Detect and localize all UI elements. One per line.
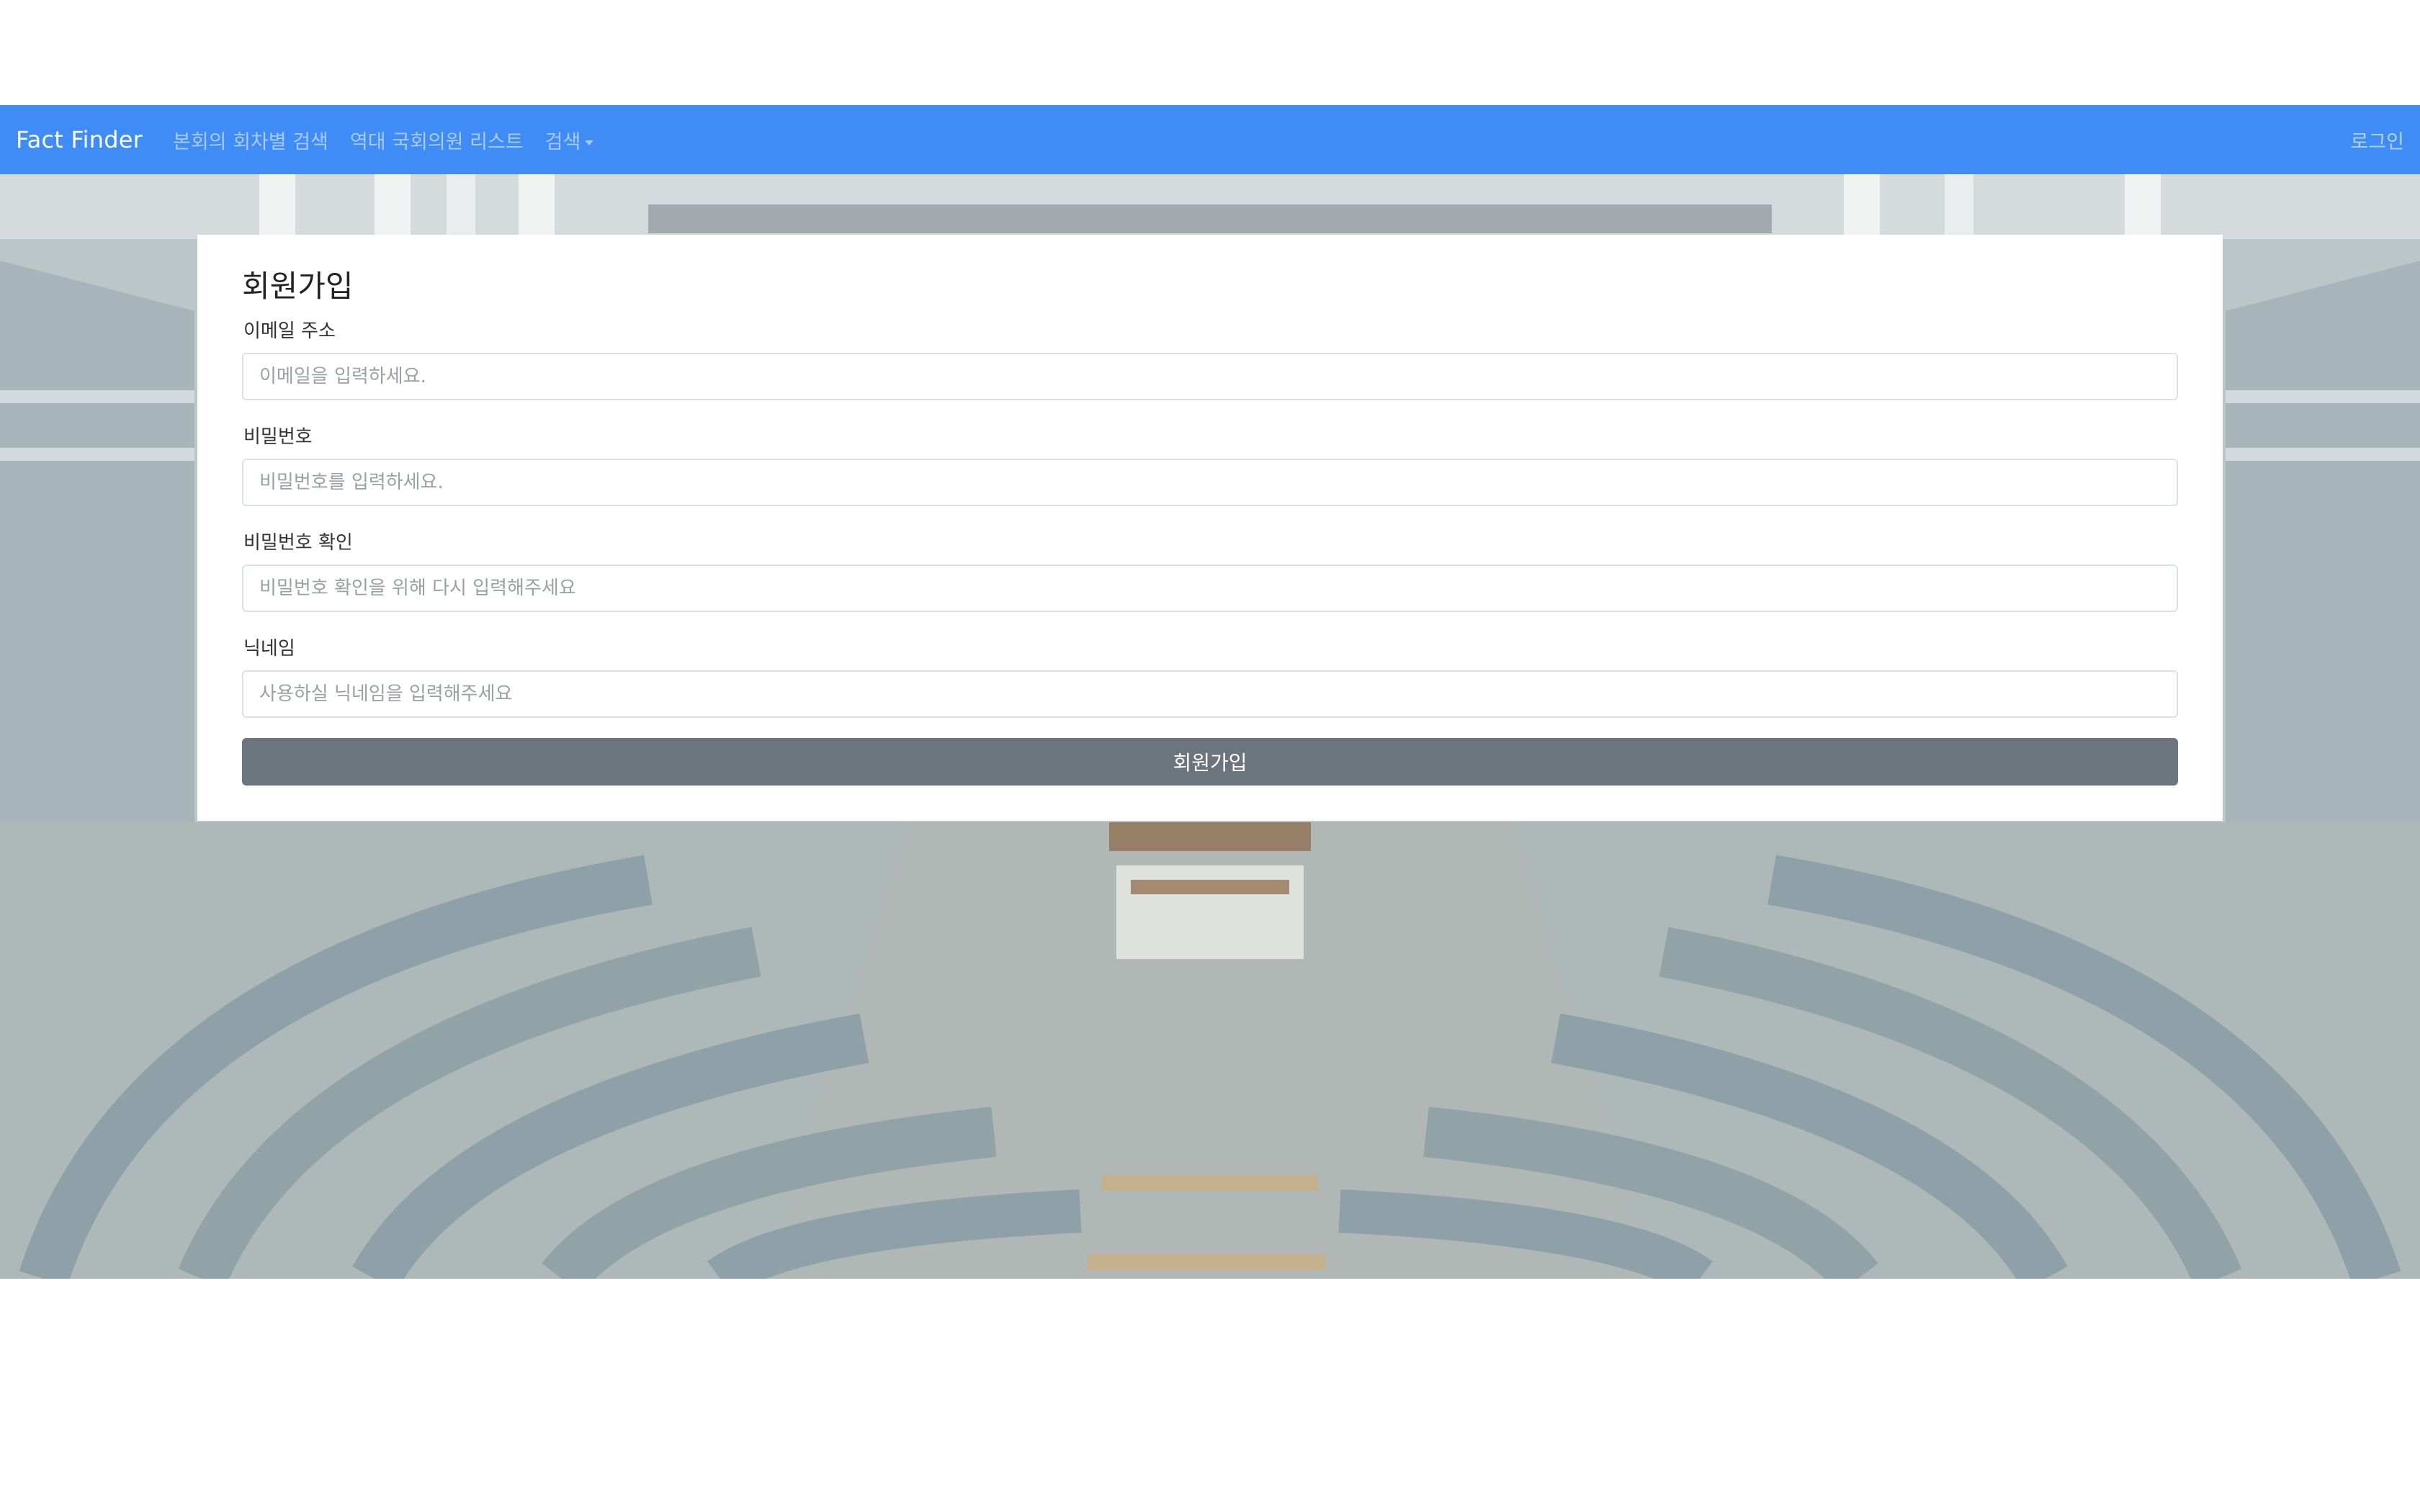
email-label: 이메일 주소: [243, 320, 336, 342]
email-field[interactable]: [242, 353, 2178, 400]
login-link[interactable]: 로그인: [2350, 126, 2404, 154]
password-field[interactable]: [242, 459, 2178, 506]
app-frame: Fact Finder 본회의 회차별 검색 역대 국회의원 리스트 검색 로그…: [0, 105, 2420, 1279]
nickname-label: 닉네임: [243, 638, 295, 660]
caret-down-icon: [585, 140, 594, 145]
password-confirm-label: 비밀번호 확인: [243, 532, 353, 554]
password-label: 비밀번호: [243, 426, 313, 448]
nav-link-session-search[interactable]: 본회의 회차별 검색: [173, 126, 328, 154]
navbar: Fact Finder 본회의 회차별 검색 역대 국회의원 리스트 검색 로그…: [0, 105, 2420, 174]
nav-link-member-list[interactable]: 역대 국회의원 리스트: [350, 126, 524, 154]
nickname-field[interactable]: [242, 670, 2178, 718]
brand-link[interactable]: Fact Finder: [16, 126, 143, 153]
password-confirm-field[interactable]: [242, 564, 2178, 612]
signup-submit-button[interactable]: 회원가입: [242, 738, 2178, 786]
signup-title: 회원가입: [242, 269, 354, 304]
signup-card: 회원가입 이메일 주소 비밀번호 비밀번호 확인 닉네임 회원가입: [197, 235, 2223, 821]
nav-dropdown-search[interactable]: 검색: [545, 126, 594, 154]
nav-dropdown-search-label: 검색: [544, 130, 581, 153]
